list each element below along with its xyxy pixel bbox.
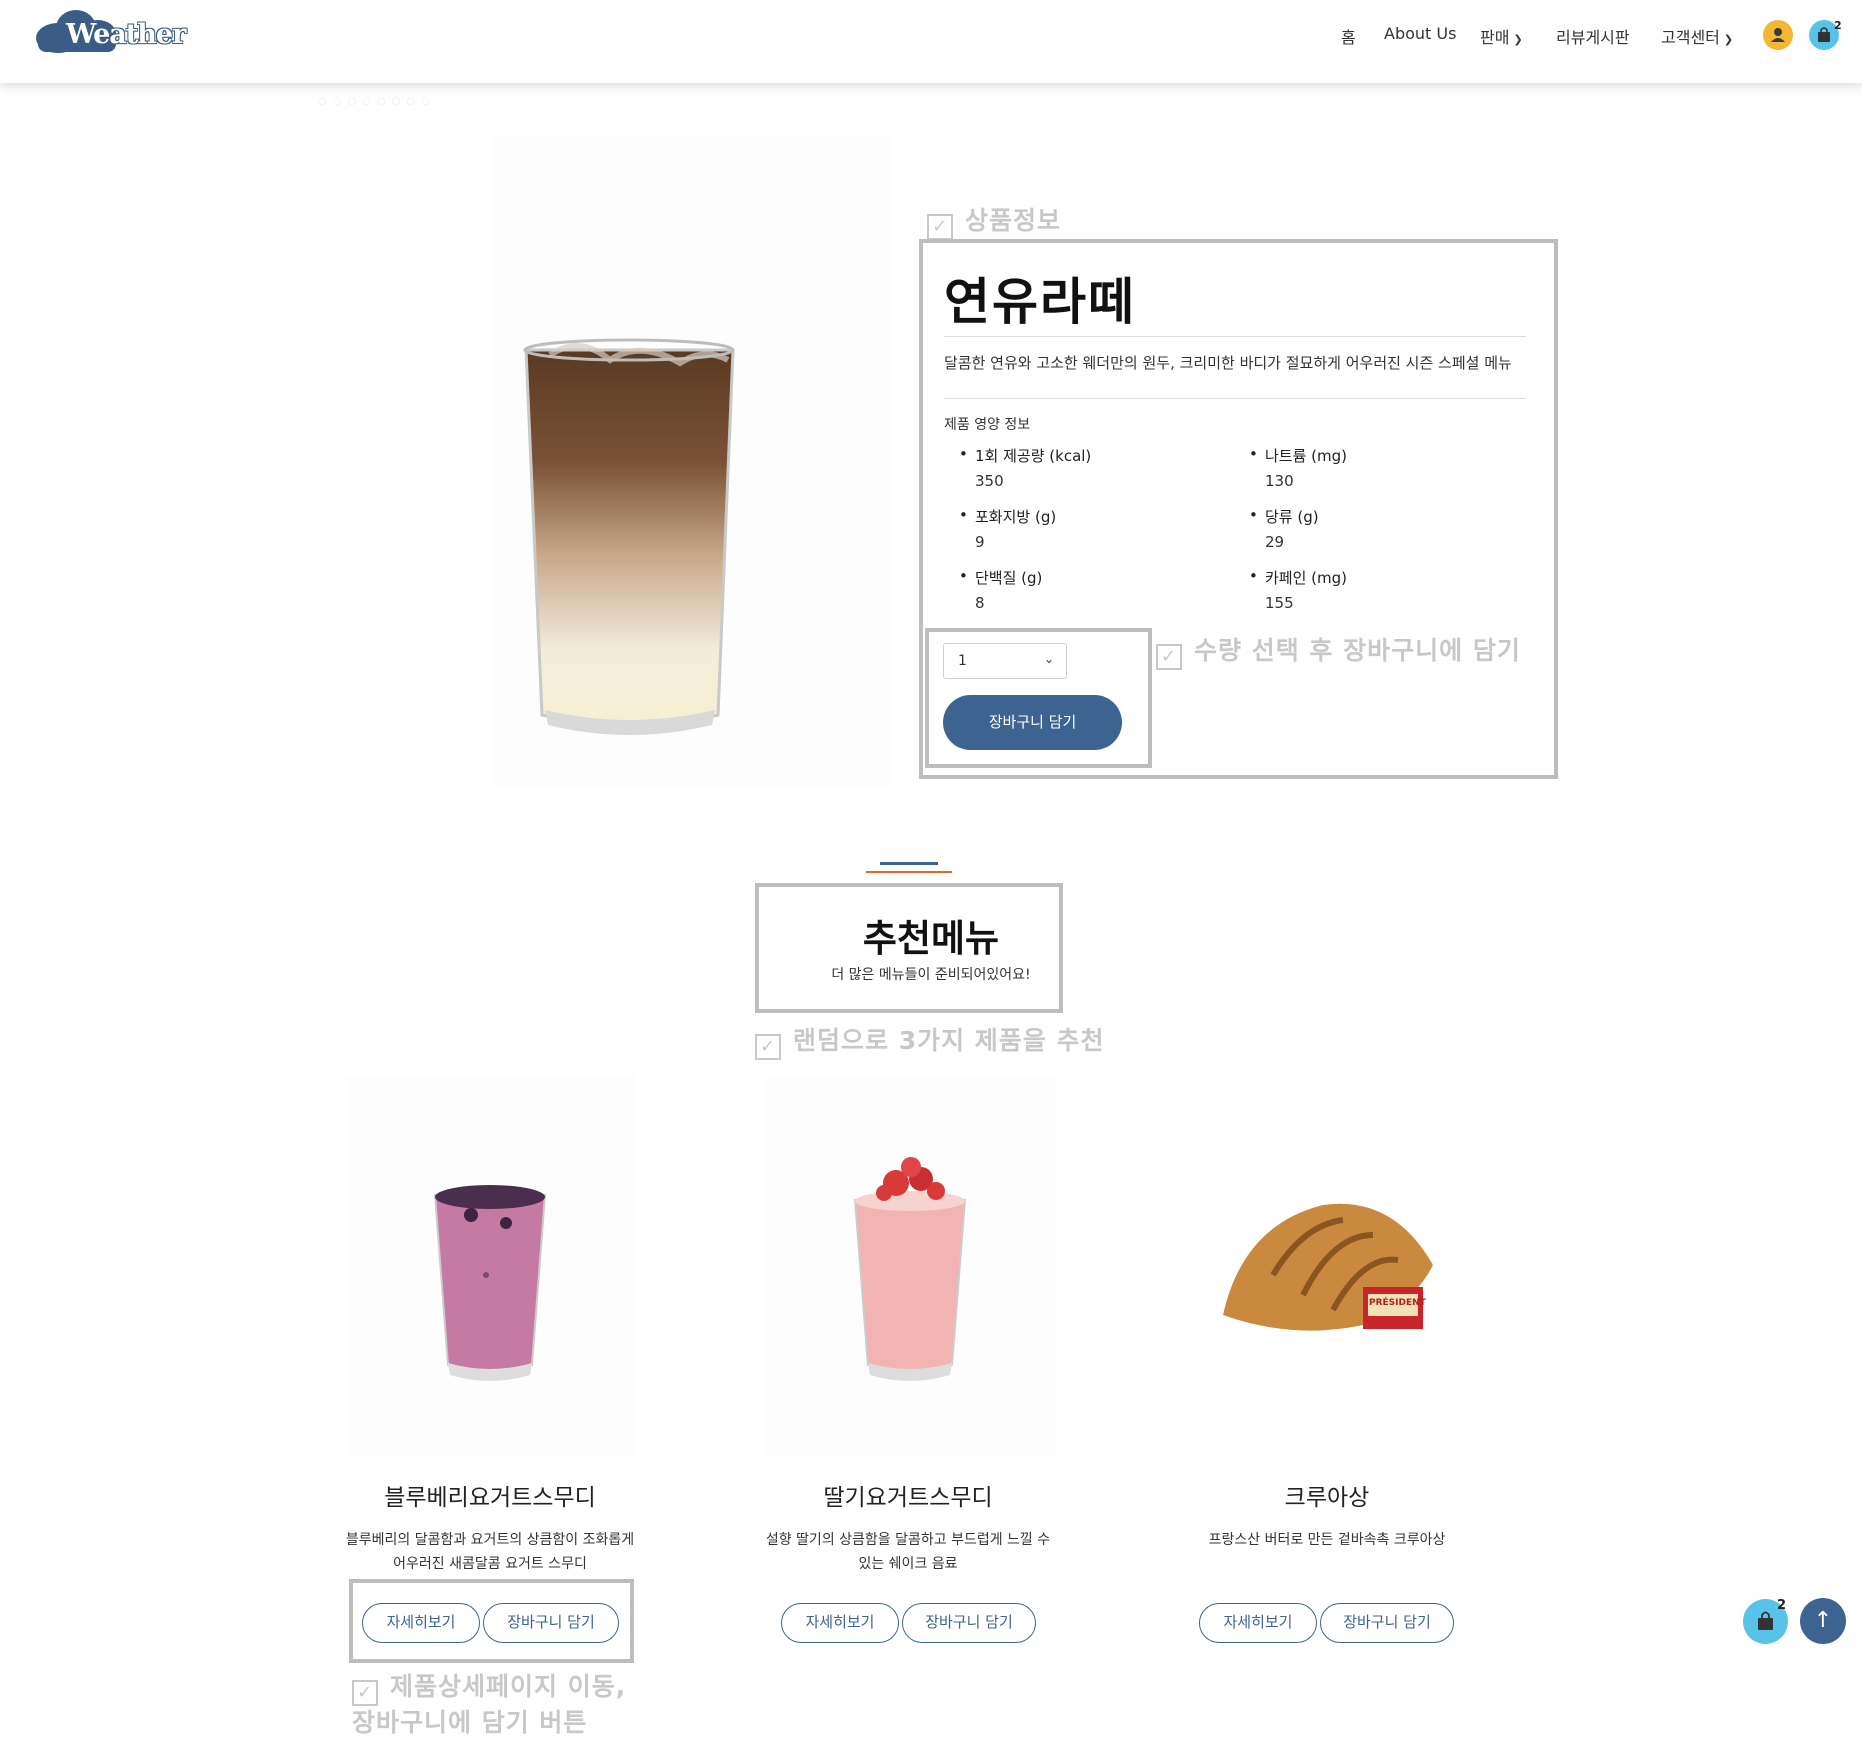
nutrition-item: • 카페인 (mg) 155	[1249, 567, 1348, 612]
nav-sales[interactable]: 판매 ❯	[1480, 24, 1523, 48]
card-title: 딸기요거트스무디	[823, 1485, 993, 1511]
annotation-recommend-text: 랜덤으로 3가지 제품을 추천	[793, 1026, 1105, 1055]
chevron-down-icon: ⌄	[1043, 652, 1054, 666]
butter-logo: PRÉSIDENT	[1369, 1298, 1426, 1308]
croissant-image: PRÉSIDENT	[1183, 1075, 1473, 1455]
nutrition-value: 130	[1265, 472, 1294, 490]
smoothie-image	[433, 1185, 547, 1381]
checkbox-icon: ✓	[755, 1034, 781, 1060]
nutrition-value: 350	[975, 472, 1004, 490]
floating-cart-count-badge: 2	[1777, 1598, 1787, 1613]
smoothie-image	[853, 1157, 967, 1381]
nutrition-value: 8	[975, 594, 985, 612]
nutrition-item: • 1회 제공량 (kcal) 350	[959, 445, 1092, 490]
recommend-subtitle: 더 많은 메뉴들이 준비되어있어요!	[831, 967, 1031, 983]
divider	[944, 398, 1526, 399]
card-description: 설향 딸기의 상큼함을 달콤하고 부드럽게 느낄 수있는 쉐이크 음료	[743, 1528, 1073, 1576]
blueberry-smoothie-image	[346, 1075, 636, 1455]
nutrition-title: 제품 영양 정보	[944, 417, 1031, 433]
recommend-title: 추천메뉴	[862, 917, 1000, 960]
nutrition-label: 나트륨 (mg)	[1265, 447, 1348, 465]
annotation-buttons-text: 제품상세페이지 이동,	[390, 1672, 627, 1701]
nav-sales-label: 판매	[1480, 28, 1510, 47]
card-description: 프랑스산 버터로 만든 겉바속촉 크루아상	[1162, 1528, 1492, 1552]
croissant-image-art	[1223, 1203, 1433, 1331]
nutrition-label: 카페인 (mg)	[1265, 569, 1348, 587]
divider	[944, 336, 1526, 337]
nutrition-item: • 포화지방 (g) 9	[959, 506, 1057, 551]
chevron-down-icon: ❯	[1513, 33, 1523, 46]
add-to-cart-button[interactable]: 장바구니 담기	[943, 695, 1122, 750]
nutrition-label: 1회 제공량 (kcal)	[975, 447, 1092, 465]
add-to-cart-button[interactable]: 장바구니 담기	[1320, 1603, 1454, 1643]
user-button[interactable]	[1763, 20, 1793, 50]
quantity-value: 1	[958, 653, 967, 669]
product-name: 연유라떼	[944, 273, 1136, 331]
card-description-line: 블루베리의 달콤함과 요거트의 상큼함이 조화롭게	[345, 1532, 635, 1548]
nutrition-label: 포화지방 (g)	[975, 508, 1057, 526]
card-description-line: 프랑스산 버터로 만든 겉바속촉 크루아상	[1208, 1532, 1446, 1548]
annotation-quantity: ✓ 수량 선택 후 장바구니에 담기	[1156, 631, 1521, 670]
section-rule-blue	[880, 862, 938, 865]
arrow-up-icon: ↑	[1813, 1608, 1833, 1633]
section-rule-orange	[866, 871, 952, 873]
chevron-down-icon: ❯	[1723, 33, 1734, 46]
nav-review-board[interactable]: 리뷰게시판	[1556, 24, 1630, 48]
add-to-cart-button[interactable]: 장바구니 담기	[483, 1603, 619, 1643]
header: Weather 홈 About Us 판매 ❯ 리뷰게시판 고객센터 ❯ 2	[0, 0, 1862, 83]
strawberry-smoothie-image	[766, 1075, 1056, 1455]
nutrition-item: • 나트륨 (mg) 130	[1249, 445, 1348, 490]
logo[interactable]: Weather	[28, 6, 188, 54]
checkbox-icon: ✓	[927, 214, 953, 240]
card-description-line: 어우러진 새콤달콤 요거트 스무디	[393, 1556, 587, 1572]
annotation-recommend: ✓ 랜덤으로 3가지 제품을 추천	[755, 1021, 1105, 1060]
quantity-select[interactable]: 1 ⌄	[943, 643, 1067, 679]
nutrition-item: • 단백질 (g) 8	[959, 567, 1043, 612]
add-to-cart-button[interactable]: 장바구니 담기	[902, 1603, 1036, 1643]
detail-button[interactable]: 자세히보기	[781, 1603, 899, 1643]
nav-home[interactable]: 홈	[1341, 24, 1356, 48]
user-icon	[1771, 28, 1785, 42]
product-description: 달콤한 연유와 고소한 웨더만의 원두, 크리미한 바디가 절묘하게 어우러진 …	[944, 354, 1512, 372]
product-image	[490, 135, 890, 790]
nutrition-label: 당류 (g)	[1265, 508, 1319, 526]
card-description-line: 있는 쉐이크 음료	[858, 1556, 958, 1572]
nav-customer-center-label: 고객센터	[1661, 28, 1720, 47]
detail-button[interactable]: 자세히보기	[362, 1603, 480, 1643]
cart-count-badge: 2	[1834, 19, 1842, 32]
checkbox-icon: ✓	[1156, 644, 1182, 670]
nutrition-value: 29	[1265, 533, 1285, 551]
nutrition-label: 단백질 (g)	[975, 569, 1043, 587]
iced-latte-image	[523, 338, 735, 735]
annotation-buttons-line2: 장바구니에 담기 버튼	[352, 1708, 588, 1737]
card-title: 블루베리요거트스무디	[384, 1485, 596, 1511]
decorative-dots: ○○○○○○○○	[318, 96, 436, 107]
nutrition-value: 9	[975, 533, 985, 551]
logo-text: Weather	[66, 19, 186, 50]
annotation-product-info-text: 상품정보	[965, 206, 1062, 235]
nav-about[interactable]: About Us	[1384, 24, 1456, 43]
card-title: 크루아상	[1284, 1485, 1370, 1511]
detail-button[interactable]: 자세히보기	[1199, 1603, 1317, 1643]
scroll-to-top-button[interactable]: ↑	[1800, 1598, 1846, 1644]
annotation-product-info: ✓ 상품정보	[927, 201, 1061, 240]
annotation-quantity-text: 수량 선택 후 장바구니에 담기	[1194, 636, 1521, 665]
card-description-line: 설향 딸기의 상큼함을 달콤하고 부드럽게 느낄 수	[765, 1532, 1051, 1548]
nutrition-item: • 당류 (g) 29	[1249, 506, 1319, 551]
nav-customer-center[interactable]: 고객센터 ❯	[1661, 24, 1733, 48]
nutrition-value: 155	[1265, 594, 1294, 612]
card-description: 블루베리의 달콤함과 요거트의 상큼함이 조화롭게어우러진 새콤달콤 요거트 스…	[325, 1528, 655, 1576]
annotation-buttons: ✓ 제품상세페이지 이동,	[352, 1667, 626, 1706]
